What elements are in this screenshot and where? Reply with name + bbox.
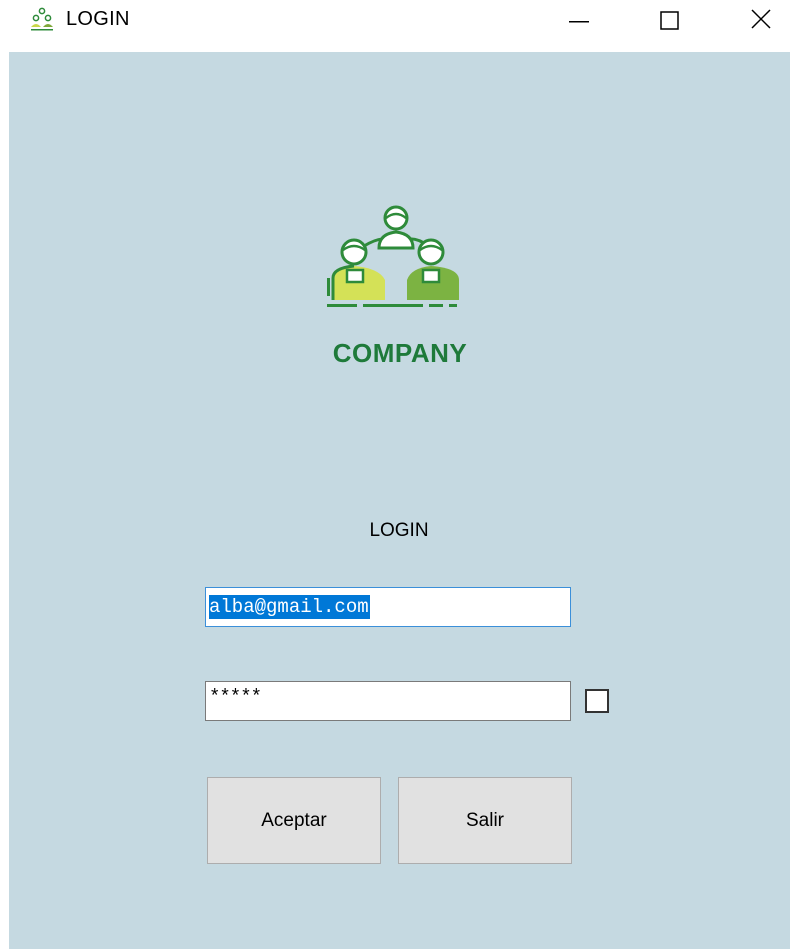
team-icon [31,7,53,31]
minimize-button[interactable] [550,0,610,40]
title-bar[interactable]: LOGIN [0,0,790,52]
email-value: alba@gmail.com [209,595,370,619]
show-password-checkbox[interactable] [585,689,609,713]
client-area: COMPANY LOGIN alba@gmail.com ***** Acept… [9,52,790,949]
email-input[interactable]: alba@gmail.com [205,587,571,627]
window-title: LOGIN [66,8,130,30]
company-name: COMPANY [332,338,468,368]
accept-button[interactable]: Aceptar [207,777,381,864]
team-logo-icon [327,205,459,307]
password-input[interactable]: ***** [205,681,571,721]
maximize-icon [660,11,679,30]
exit-button[interactable]: Salir [398,777,572,864]
close-button[interactable] [730,0,790,40]
maximize-button[interactable] [640,0,700,40]
minimize-icon [569,21,589,23]
login-window: LOGIN COMPANY LOGIN alba@gmail.com *****… [0,0,790,949]
close-icon [751,9,771,29]
password-value: ***** [209,686,262,708]
login-heading: LOGIN [369,520,429,541]
